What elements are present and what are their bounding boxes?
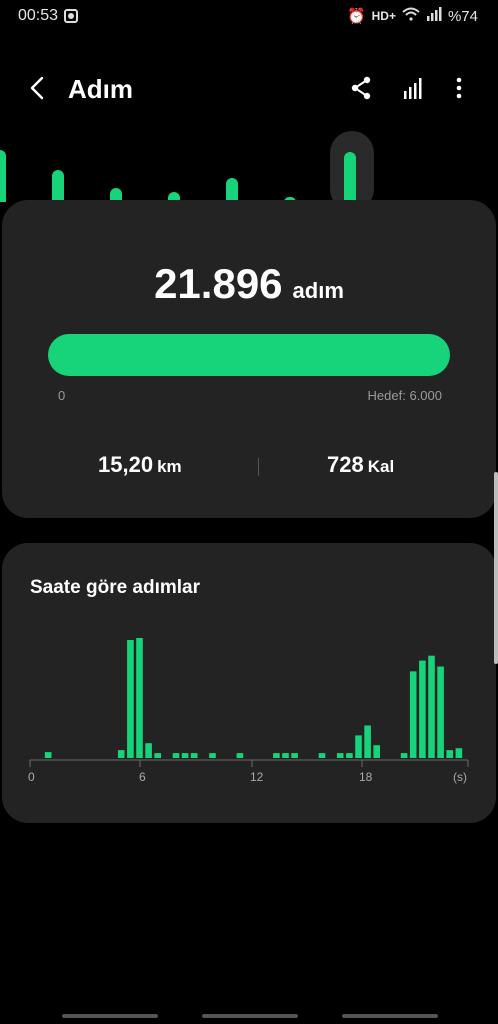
back-button[interactable]: [22, 72, 54, 104]
share-button[interactable]: [345, 72, 377, 104]
hourly-bar: [446, 750, 453, 758]
hourly-bar: [428, 655, 435, 758]
hourly-bar: [236, 753, 244, 758]
nav-bar-indicator: [62, 1014, 158, 1018]
nav-bar-indicator: [342, 1014, 438, 1018]
share-icon: [351, 76, 371, 100]
goal-label: Hedef: 6.000: [367, 388, 442, 403]
hourly-bar: [355, 735, 362, 758]
more-options-button[interactable]: [443, 72, 475, 104]
hourly-bar: [181, 753, 189, 758]
hourly-bar: [117, 750, 125, 758]
calories-value: 728: [327, 452, 364, 477]
battery-level: %74: [447, 7, 478, 25]
hourly-bar: [190, 753, 198, 758]
hourly-bar: [419, 660, 426, 758]
alarm-icon: ⏰: [346, 8, 366, 25]
x-axis-unit: (s): [453, 770, 467, 784]
hourly-bar: [364, 725, 371, 758]
stat-divider: [258, 458, 259, 476]
status-bar: 00:53 ⏰ HD+ %74: [0, 0, 498, 34]
signal-icon: [426, 7, 442, 25]
hourly-bar: [172, 753, 180, 758]
status-time: 00:53: [18, 7, 59, 24]
hourly-bar: [282, 753, 289, 758]
more-vert-icon: [456, 77, 462, 99]
hourly-steps-chart: 0 6 12 18 (s): [28, 638, 469, 784]
hourly-bar: [400, 753, 408, 758]
calories-unit: Kal: [367, 457, 395, 476]
hourly-bar: [291, 753, 298, 758]
x-tick-label: 12: [250, 770, 264, 784]
x-tick-label: 18: [359, 770, 373, 784]
hourly-bar: [437, 666, 444, 758]
hourly-bar: [336, 753, 344, 758]
hourly-bar: [145, 743, 152, 758]
hourly-bar: [318, 753, 326, 758]
app-bar: Adım: [0, 64, 498, 112]
distance-stat: 15,20 km: [98, 452, 182, 478]
hourly-bar: [127, 640, 134, 758]
hourly-bar: [154, 753, 161, 758]
hourly-bar: [209, 753, 216, 758]
daily-bar[interactable]: [0, 150, 6, 202]
daily-bar-selected[interactable]: [344, 152, 356, 202]
distance-unit: km: [157, 457, 182, 476]
hourly-steps-card: Saate göre adımlar 0 6 12 18 (s): [2, 543, 496, 823]
daily-steps-strip[interactable]: [0, 120, 498, 202]
hourly-bar: [346, 753, 353, 758]
scrollbar[interactable]: [494, 472, 498, 664]
page-title: Adım: [68, 74, 133, 104]
hourly-bar: [409, 671, 417, 758]
hourly-bar: [44, 752, 52, 758]
network-type: HD+: [371, 9, 396, 23]
steps-unit: adım: [292, 278, 344, 303]
x-tick-label: 0: [28, 770, 35, 784]
bar-chart-icon: [404, 78, 422, 99]
calories-stat: 728 Kal: [327, 452, 394, 478]
steps-count: 21.896: [154, 260, 283, 307]
hourly-bar: [273, 753, 280, 758]
distance-value: 15,20: [98, 452, 154, 477]
nav-bar-indicator: [202, 1014, 298, 1018]
daily-bar[interactable]: [52, 170, 64, 202]
goal-progress-bar: [48, 334, 450, 376]
progress-start-label: 0: [58, 388, 66, 403]
hourly-bar: [455, 748, 463, 758]
trends-button[interactable]: [398, 72, 430, 104]
hourly-bar: [373, 745, 380, 758]
daily-bar[interactable]: [226, 178, 238, 202]
back-arrow-icon: [30, 76, 44, 100]
wifi-icon: [402, 7, 420, 25]
x-tick-label: 6: [139, 770, 146, 784]
steps-summary-card: 21.896 adım 0 Hedef: 6.000 15,20 km 728 Kal: [2, 200, 496, 518]
hourly-bar: [136, 638, 143, 758]
screen-record-icon: [64, 9, 79, 23]
steps-total: 21.896 adım: [2, 260, 496, 308]
